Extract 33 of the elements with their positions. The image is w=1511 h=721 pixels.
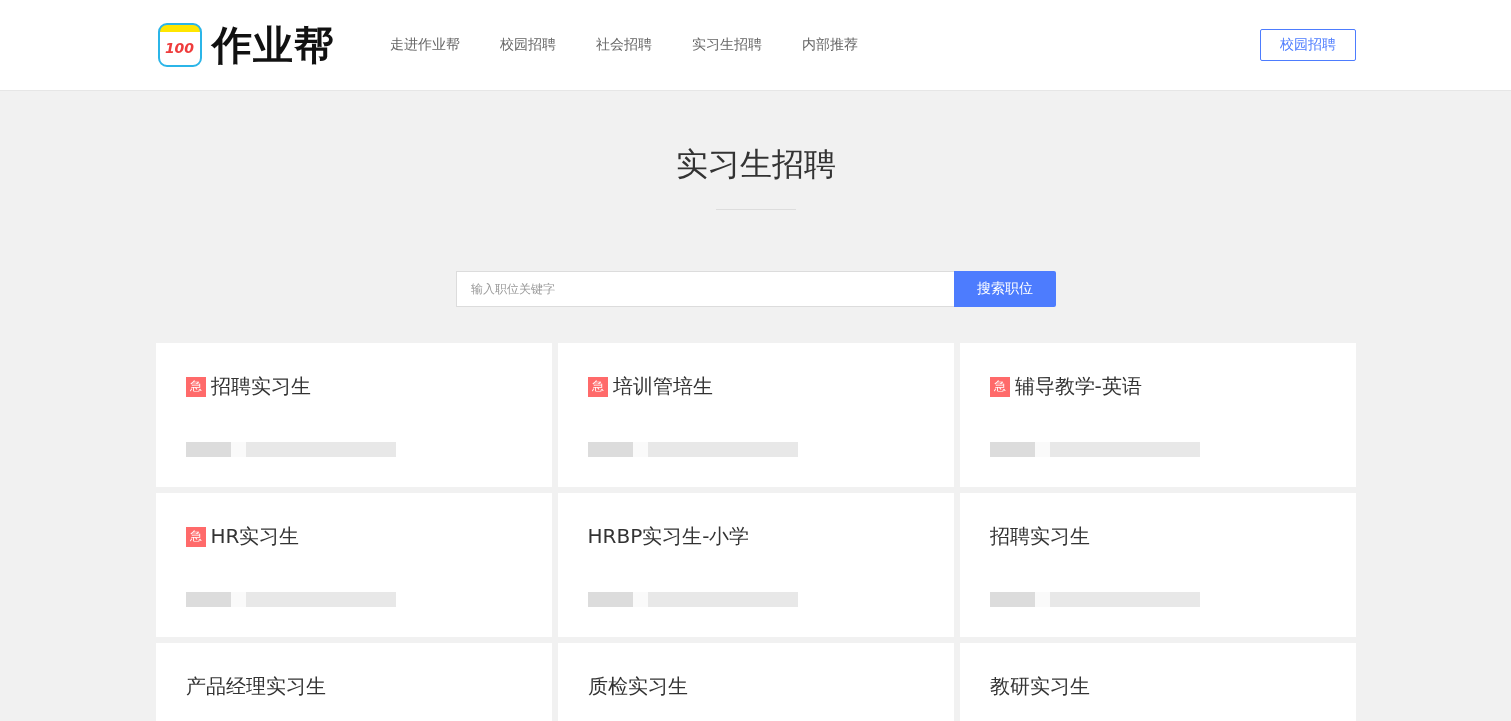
job-title: 培训管培生 [612,373,713,400]
job-card[interactable]: 产品经理实习生 [155,643,552,721]
urgent-badge: 急 [185,376,206,397]
job-card[interactable]: 急 培训管培生 [557,343,954,487]
job-card[interactable]: 教研实习生 [959,643,1356,721]
search-field[interactable]: 输入职位关键字 [455,271,954,307]
urgent-badge: 急 [989,376,1010,397]
page-title: 实习生招聘 [674,144,837,185]
logo-icon: 100 [157,23,202,67]
job-card[interactable]: 质检实习生 [557,643,954,721]
nav-link[interactable]: 走进作业帮 [389,36,460,54]
nav-link[interactable]: 社会招聘 [595,36,652,54]
campus-recruitment-button[interactable]: 校园招聘 [1259,29,1356,61]
job-title: 产品经理实习生 [185,673,326,700]
nav-link[interactable]: 实习生招聘 [691,36,762,54]
job-title: 教研实习生 [989,673,1090,700]
job-title: 质检实习生 [587,673,688,700]
job-title: HRBP实习生-小学 [587,523,750,550]
job-card[interactable]: 急 HR实习生 [155,493,552,637]
job-title: 招聘实习生 [989,523,1090,550]
job-card[interactable]: 招聘实习生 [959,493,1356,637]
job-title: 辅导教学-英语 [1014,373,1142,400]
job-card[interactable]: 急 辅导教学-英语 [959,343,1356,487]
job-title: 招聘实习生 [210,373,311,400]
job-title: HR实习生 [210,523,300,550]
search-button[interactable]: 搜索职位 [953,271,1056,307]
job-card[interactable]: 急 招聘实习生 [155,343,552,487]
urgent-badge: 急 [185,526,206,547]
job-card[interactable]: HRBP实习生-小学 [557,493,954,637]
nav-link[interactable]: 内部推荐 [801,36,858,54]
nav-link[interactable]: 校园招聘 [499,36,556,54]
urgent-badge: 急 [587,376,608,397]
logo-text: 作业帮 [211,20,335,70]
